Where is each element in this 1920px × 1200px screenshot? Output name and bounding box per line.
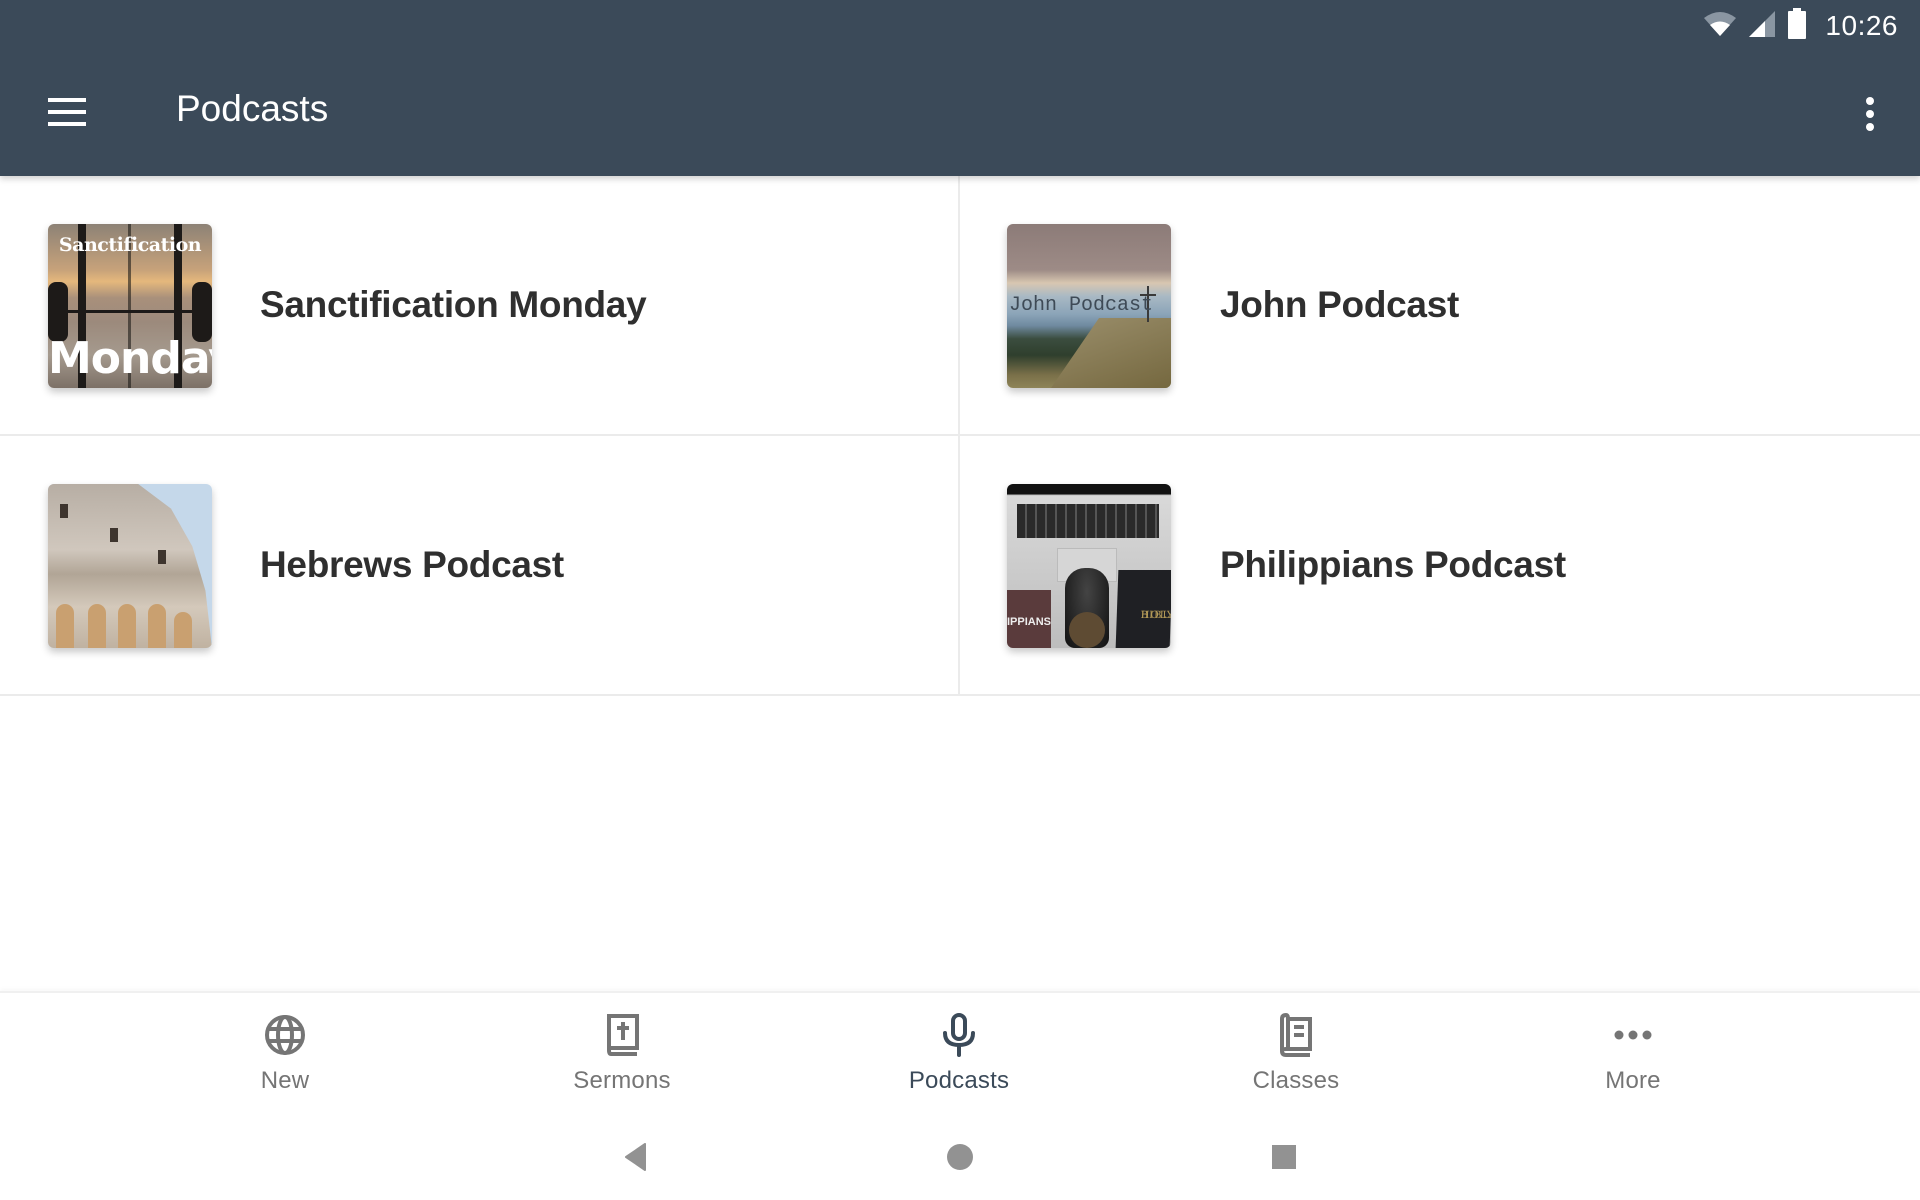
podcast-title: Hebrews Podcast <box>260 544 564 585</box>
thumbnail-text: John Podcast <box>1009 294 1154 317</box>
recents-icon[interactable] <box>1264 1137 1304 1177</box>
globe-icon <box>263 1013 307 1057</box>
podcast-card-sanctification-monday[interactable]: Sanctification Monday Sanctification Mon… <box>0 176 960 436</box>
microphone-icon <box>937 1013 981 1057</box>
more-vert-icon[interactable] <box>1860 94 1880 134</box>
bottom-navigation: New Sermons Podcasts Classes More <box>0 991 1920 1111</box>
app-bar: 10:26 Podcasts <box>0 0 1920 176</box>
podcast-title: Philippians Podcast <box>1220 544 1566 585</box>
wifi-icon <box>1703 11 1737 42</box>
podcast-card-philippians[interactable]: IPPIANS HOLY BIBLE Philippians Podcast <box>960 436 1920 696</box>
nav-label: Classes <box>1252 1067 1340 1094</box>
podcast-thumbnail <box>48 484 212 648</box>
nav-label: Sermons <box>573 1067 671 1094</box>
podcast-thumbnail: Sanctification Monday <box>48 224 212 388</box>
nav-label: Podcasts <box>908 1067 1010 1094</box>
nav-item-new[interactable]: New <box>185 993 385 1103</box>
thumbnail-text: Monday <box>48 333 212 384</box>
back-icon[interactable] <box>616 1137 656 1177</box>
thumbnail-text: BIBLE <box>1140 610 1171 621</box>
nav-item-sermons[interactable]: Sermons <box>522 993 722 1103</box>
book-icon <box>1274 1013 1318 1057</box>
podcast-card-john[interactable]: John Podcast John Podcast <box>960 176 1920 436</box>
thumbnail-text: IPPIANS <box>1007 616 1052 628</box>
podcast-title: Sanctification Monday <box>260 284 647 325</box>
podcast-title: John Podcast <box>1220 284 1459 325</box>
nav-label: New <box>260 1067 310 1094</box>
battery-icon <box>1787 7 1807 45</box>
nav-item-classes[interactable]: Classes <box>1196 993 1396 1103</box>
nav-item-podcasts[interactable]: Podcasts <box>859 993 1059 1103</box>
more-horiz-icon <box>1611 1013 1655 1057</box>
cell-signal-icon <box>1747 10 1777 43</box>
podcast-grid: Sanctification Monday Sanctification Mon… <box>0 176 1920 696</box>
status-bar: 10:26 <box>1703 6 1898 46</box>
nav-item-more[interactable]: More <box>1533 993 1733 1103</box>
page-title: Podcasts <box>176 88 329 129</box>
nav-label: More <box>1605 1067 1661 1094</box>
status-time: 10:26 <box>1825 10 1898 41</box>
thumbnail-text: Sanctification <box>58 234 202 256</box>
system-navigation-bar <box>0 1111 1920 1200</box>
podcast-thumbnail: John Podcast <box>1007 224 1171 388</box>
podcast-card-hebrews[interactable]: Hebrews Podcast <box>0 436 960 696</box>
home-icon[interactable] <box>940 1137 980 1177</box>
podcast-thumbnail: IPPIANS HOLY BIBLE <box>1007 484 1171 648</box>
hamburger-menu-icon[interactable] <box>48 92 96 132</box>
bible-cross-icon <box>600 1013 644 1057</box>
